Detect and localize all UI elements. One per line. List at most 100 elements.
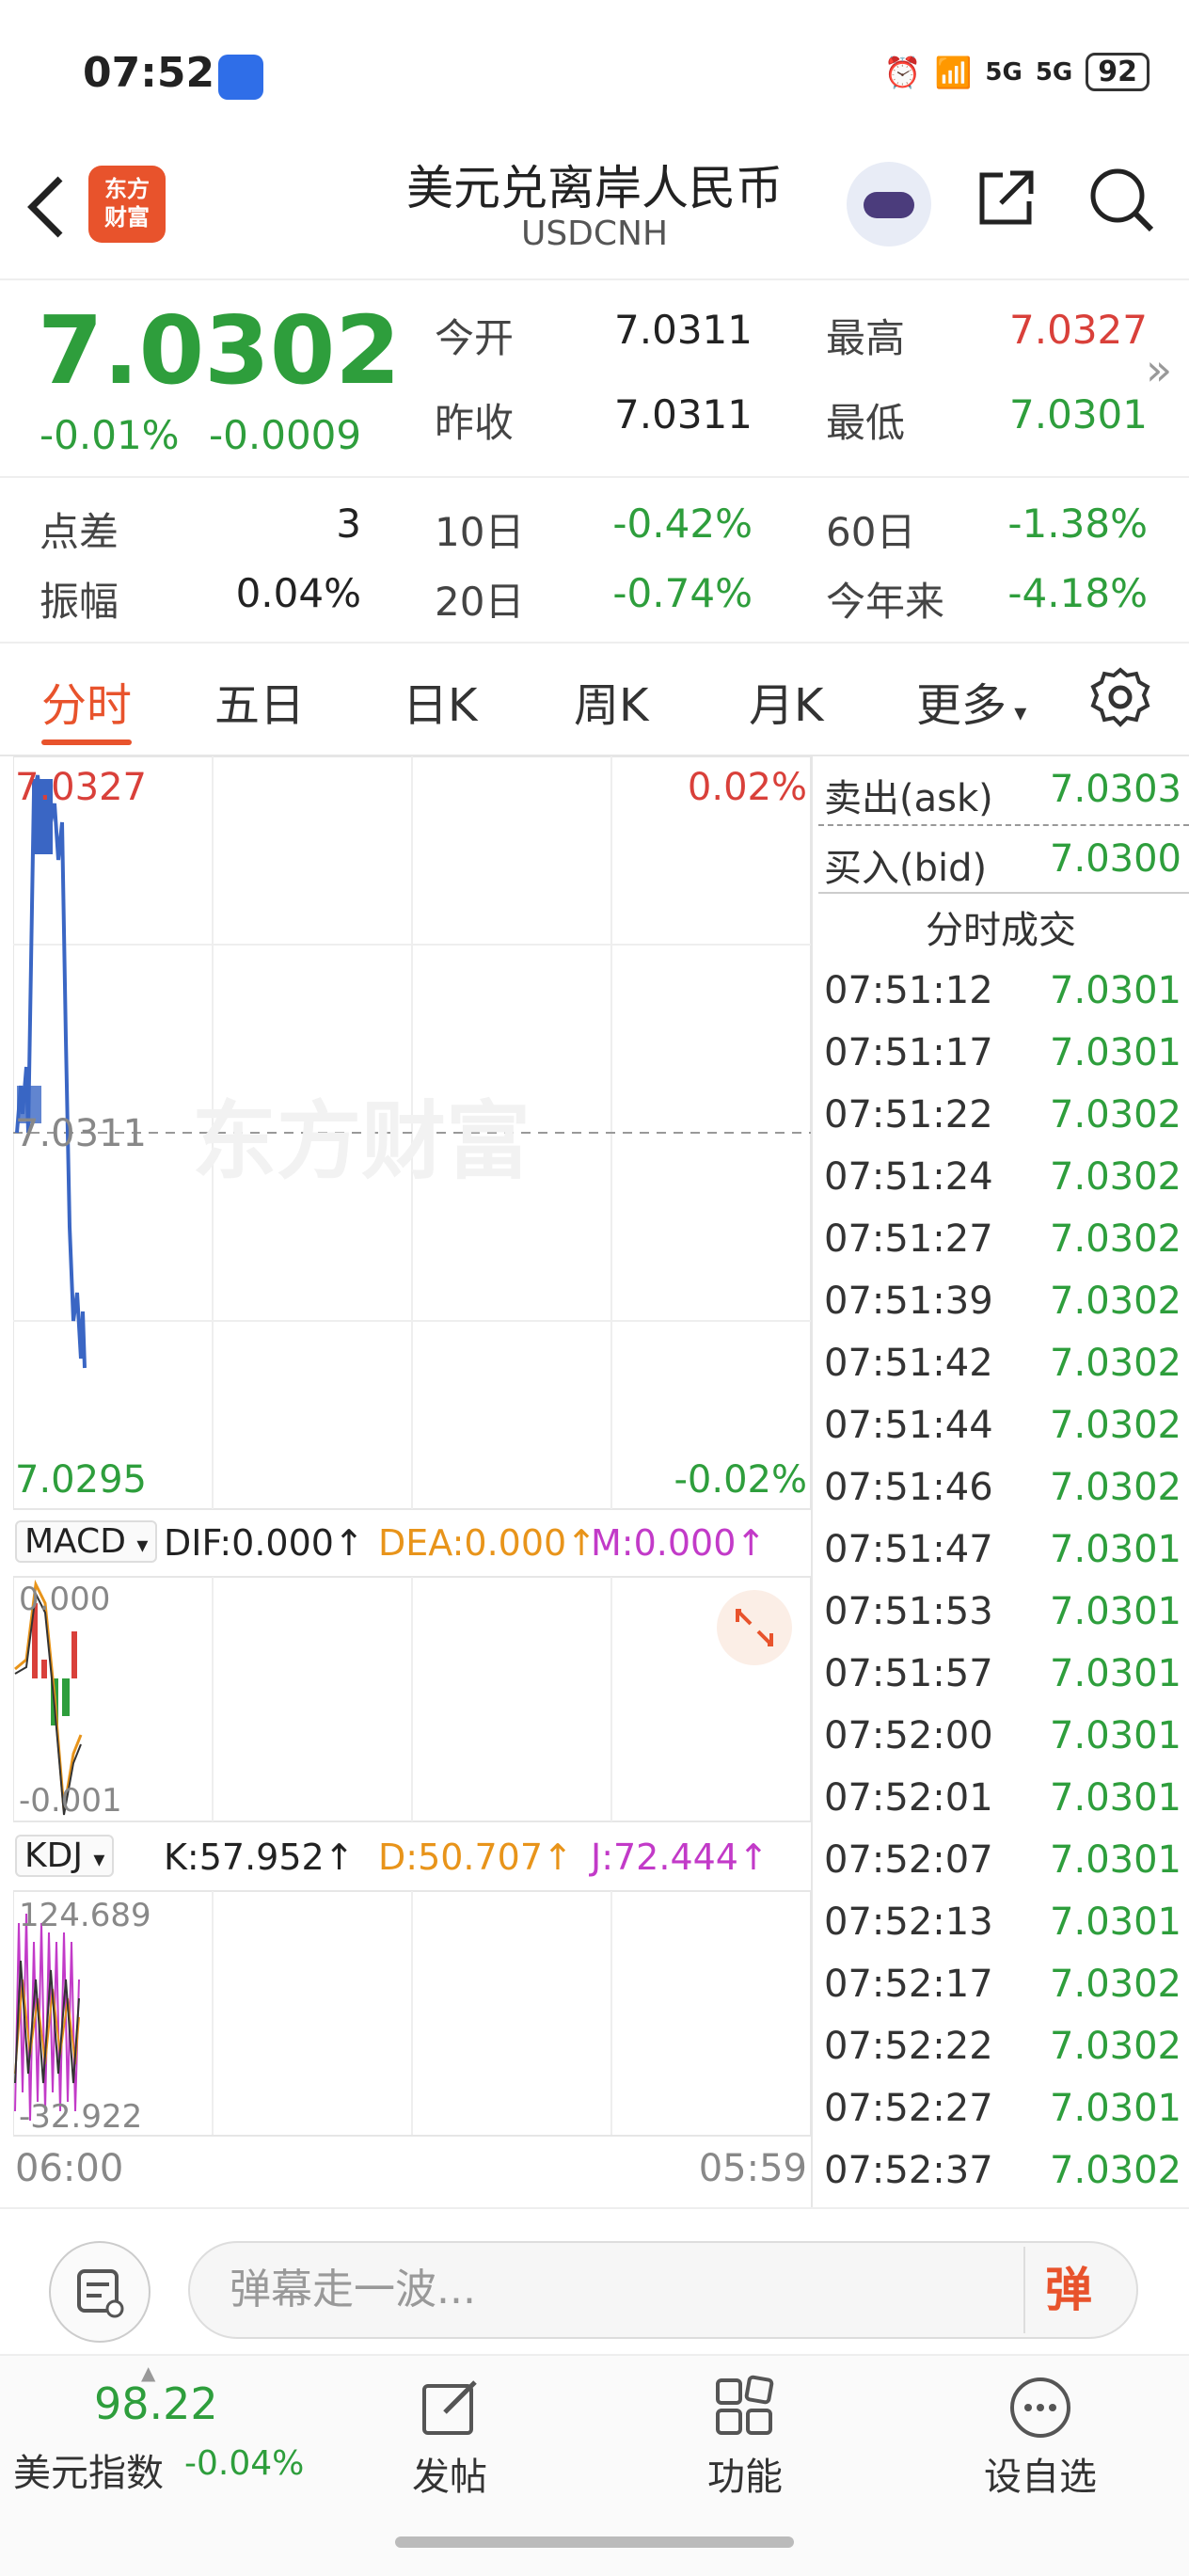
danmu-send-button[interactable]: 弹 [1023,2247,1112,2333]
kdj-axis-bottom: -32.922 [19,2098,143,2136]
spread-value: 3 [336,501,361,547]
prev-close-label: 昨收 [435,400,515,446]
back-button[interactable] [23,169,70,260]
intraday-chart[interactable]: 东方财富 7.0327 0.02% 7.0311 7.0295 -0.02% M… [13,756,811,2207]
chevron-left-icon [27,176,63,238]
trade-price: 7.0301 [1050,1031,1181,1074]
trade-price: 7.0301 [1050,969,1181,1012]
signal-5g-label: 5G [985,57,1023,87]
status-bar: 07:52 ⏰ 📶 5G 5G 92 [0,0,1189,141]
chart-bottom-price: 7.0295 [15,1458,147,1502]
alarm-icon: ⏰ [883,54,922,90]
amplitude-label: 振幅 [40,579,119,625]
dollar-index-value[interactable]: 98.22 [94,2378,218,2429]
trade-row: 07:51:12 7.0301 [818,962,1189,1024]
macd-dea: DEA:0.000↑ [378,1522,597,1564]
tab-daily-k[interactable]: 日K [403,668,477,734]
post-label: 发帖 [412,2456,487,2499]
change-value: -0.0009 [209,412,362,458]
trade-time: 07:52:00 [824,1714,993,1757]
macd-bar [41,1660,47,1678]
d20-value: -0.74% [612,570,753,616]
trade-price: 7.0302 [1050,2025,1181,2068]
home-indicator[interactable] [395,2536,794,2548]
ytd-label: 今年来 [826,579,945,625]
macd-selector[interactable]: MACD ▾ [15,1520,158,1563]
danmu-input[interactable]: 弹幕走一波... [188,2241,1138,2339]
ask-value: 7.0303 [1050,768,1181,811]
trade-price: 7.0301 [1050,2087,1181,2130]
dollar-index-name[interactable]: 美元指数 [13,2442,164,2497]
add-watchlist-label: 设自选 [984,2456,1097,2499]
kdj-name: KDJ [24,1837,83,1875]
bid-label: 买入(bid) [824,847,988,890]
danmu-bar: 弹幕走一波... 弹 [0,2207,1189,2356]
trade-price: 7.0301 [1050,1838,1181,1882]
more-quote-button[interactable]: » [1146,344,1172,395]
kdj-j: J:72.444↑ [591,1837,769,1878]
d10-value: -0.42% [612,501,753,547]
trade-row: 07:52:00 7.0301 [818,1707,1189,1769]
trade-price: 7.0302 [1050,1466,1181,1509]
active-tab-indicator [41,739,132,745]
status-icons: ⏰ 📶 5G 5G 92 [884,53,1149,91]
danmu-settings-icon [77,2269,124,2318]
divider [818,892,1189,894]
trade-price: 7.0301 [1050,1776,1181,1820]
search-button[interactable] [1087,166,1155,233]
spread-label: 点差 [40,509,119,555]
functions-button[interactable]: 功能 [670,2375,820,2501]
trade-price: 7.0301 [1050,1652,1181,1695]
trade-price: 7.0301 [1050,1714,1181,1757]
prev-close-value: 7.0311 [614,391,753,437]
add-watchlist-button[interactable]: 设自选 [965,2375,1116,2501]
d60-value: -1.38% [1007,501,1148,547]
trades-title: 分时成交 [926,909,1076,952]
chart-settings-button[interactable] [1089,666,1151,728]
trade-time: 07:52:27 [824,2087,993,2130]
trade-price: 7.0302 [1050,1155,1181,1199]
trade-row: 07:52:17 7.0302 [818,1955,1189,2017]
dropdown-caret-icon: ▾ [136,1532,149,1558]
eastmoney-logo[interactable]: 东方 财富 [88,166,166,243]
low-label: 最低 [826,400,906,446]
tab-intraday[interactable]: 分时 [41,668,132,734]
share-button[interactable] [975,167,1037,230]
trade-row: 07:51:46 7.0302 [818,1458,1189,1520]
tab-more[interactable]: 更多 ▾ [916,668,1026,734]
trade-row: 07:52:13 7.0301 [818,1893,1189,1955]
trade-time: 07:51:24 [824,1155,993,1199]
trade-time: 07:52:22 [824,2025,993,2068]
ai-assistant-icon[interactable] [847,162,931,246]
trade-row: 07:51:39 7.0302 [818,1272,1189,1334]
search-icon [1090,168,1154,232]
tab-five-day[interactable]: 五日 [214,668,305,734]
trade-price: 7.0302 [1050,1217,1181,1261]
trade-row: 07:51:47 7.0301 [818,1520,1189,1582]
trade-row: 07:51:17 7.0301 [818,1024,1189,1086]
post-button[interactable]: 发帖 [374,2375,525,2501]
tab-weekly-k[interactable]: 周K [574,668,648,734]
chart-top-price: 7.0327 [15,766,147,809]
trade-time: 07:51:44 [824,1404,993,1447]
danmu-settings-button[interactable] [49,2241,151,2343]
wifi-icon: 📶 [934,54,973,90]
kdj-selector[interactable]: KDJ ▾ [15,1835,115,1877]
grid-icon [716,2375,774,2435]
signal-5g-label-2: 5G [1035,57,1073,87]
fullscreen-button[interactable] [717,1590,792,1665]
trade-row: 07:51:57 7.0301 [818,1645,1189,1707]
trade-time: 07:51:42 [824,1342,993,1385]
macd-axis-bottom: -0.001 [19,1782,122,1820]
open-value: 7.0311 [614,307,753,353]
ask-label: 卖出(ask) [824,777,993,820]
bid-row: 买入(bid) 7.0300 [818,830,1189,892]
functions-label: 功能 [707,2456,783,2499]
trade-panel: 卖出(ask) 7.0303 买入(bid) 7.0300 分时成交 07:51… [811,756,1189,2207]
trade-row: 07:51:44 7.0302 [818,1396,1189,1458]
more-dots-icon [1010,2377,1070,2438]
trade-time: 07:51:22 [824,1093,993,1137]
trade-time: 07:51:27 [824,1217,993,1261]
chart-mid-price: 7.0311 [15,1112,147,1155]
tab-monthly-k[interactable]: 月K [749,668,823,734]
